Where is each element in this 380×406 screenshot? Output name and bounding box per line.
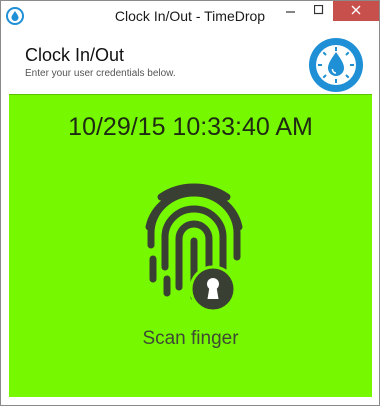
minimize-icon — [286, 2, 296, 20]
app-window: Clock In/Out - TimeDrop Clock In/Out Ent… — [0, 0, 380, 406]
close-button[interactable] — [333, 1, 379, 21]
page-header: Clock In/Out Enter your user credentials… — [9, 33, 372, 93]
title-bar[interactable]: Clock In/Out - TimeDrop — [1, 1, 379, 31]
timedrop-logo-icon — [307, 36, 365, 94]
scan-finger-label: Scan finger — [142, 328, 239, 349]
close-icon — [351, 2, 361, 20]
maximize-icon — [313, 2, 324, 20]
keyhole-lock-icon — [189, 265, 237, 313]
minimize-button[interactable] — [277, 1, 305, 21]
clock-panel: 10/29/15 10:33:40 AM Scan finger — [9, 94, 372, 397]
current-datetime: 10/29/15 10:33:40 AM — [68, 113, 313, 141]
maximize-button[interactable] — [305, 1, 333, 21]
page-title: Clock In/Out — [25, 45, 125, 65]
page-subtitle: Enter your user credentials below. — [25, 68, 176, 79]
